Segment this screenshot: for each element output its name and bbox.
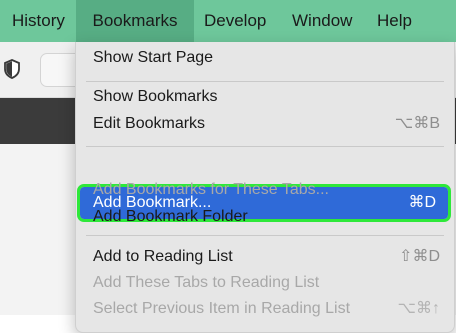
menu-item-label: Edit Bookmarks [93,115,206,132]
bookmarks-menu: Show Start Page Show Bookmarks Edit Book… [75,42,455,333]
menu-item-add-bookmark-folder[interactable]: Add Bookmark Folder [76,203,454,230]
menu-item-edit-bookmarks[interactable]: Edit Bookmarks ⌥⌘B [76,110,454,137]
menu-item-label: Select Previous Item in Reading List [93,300,351,317]
menu-item-select-previous-reading-list: Select Previous Item in Reading List ⌥⌘↑ [76,295,454,322]
shield-icon[interactable] [3,59,21,79]
menu-separator [86,146,444,147]
menu-item-show-start-page[interactable]: Show Start Page [76,44,454,71]
shortcut-label: ⌥⌘↑ [397,300,440,317]
menu-separator [86,81,444,82]
menu-item-add-bookmarks-for-tabs: Add Bookmarks for These Tabs... [76,176,454,203]
shortcut-label: ⌥⌘B [394,115,440,132]
menu-help[interactable]: Help [377,0,412,42]
menu-item-show-bookmarks[interactable]: Show Bookmarks [76,83,454,110]
menu-item-label: Add to Reading List [93,248,233,265]
menu-item-label: Add Bookmark Folder [93,208,248,225]
menu-develop[interactable]: Develop [204,0,266,42]
menu-item-label: Show Start Page [93,49,214,66]
menu-item-label: Show Bookmarks [93,88,218,105]
menu-separator [86,235,444,236]
menu-bar: History Bookmarks Develop Window Help [0,0,456,42]
menu-window[interactable]: Window [292,0,352,42]
menu-item-label: Add Bookmarks for These Tabs... [93,181,329,198]
menu-item-label: Add These Tabs to Reading List [93,274,320,291]
menu-item-add-tabs-to-reading-list: Add These Tabs to Reading List [76,269,454,296]
menu-bookmarks[interactable]: Bookmarks [76,0,194,42]
menu-item-add-to-reading-list[interactable]: Add to Reading List ⇧⌘D [76,243,454,270]
shortcut-label: ⇧⌘D [399,248,440,265]
menu-history[interactable]: History [12,0,65,42]
